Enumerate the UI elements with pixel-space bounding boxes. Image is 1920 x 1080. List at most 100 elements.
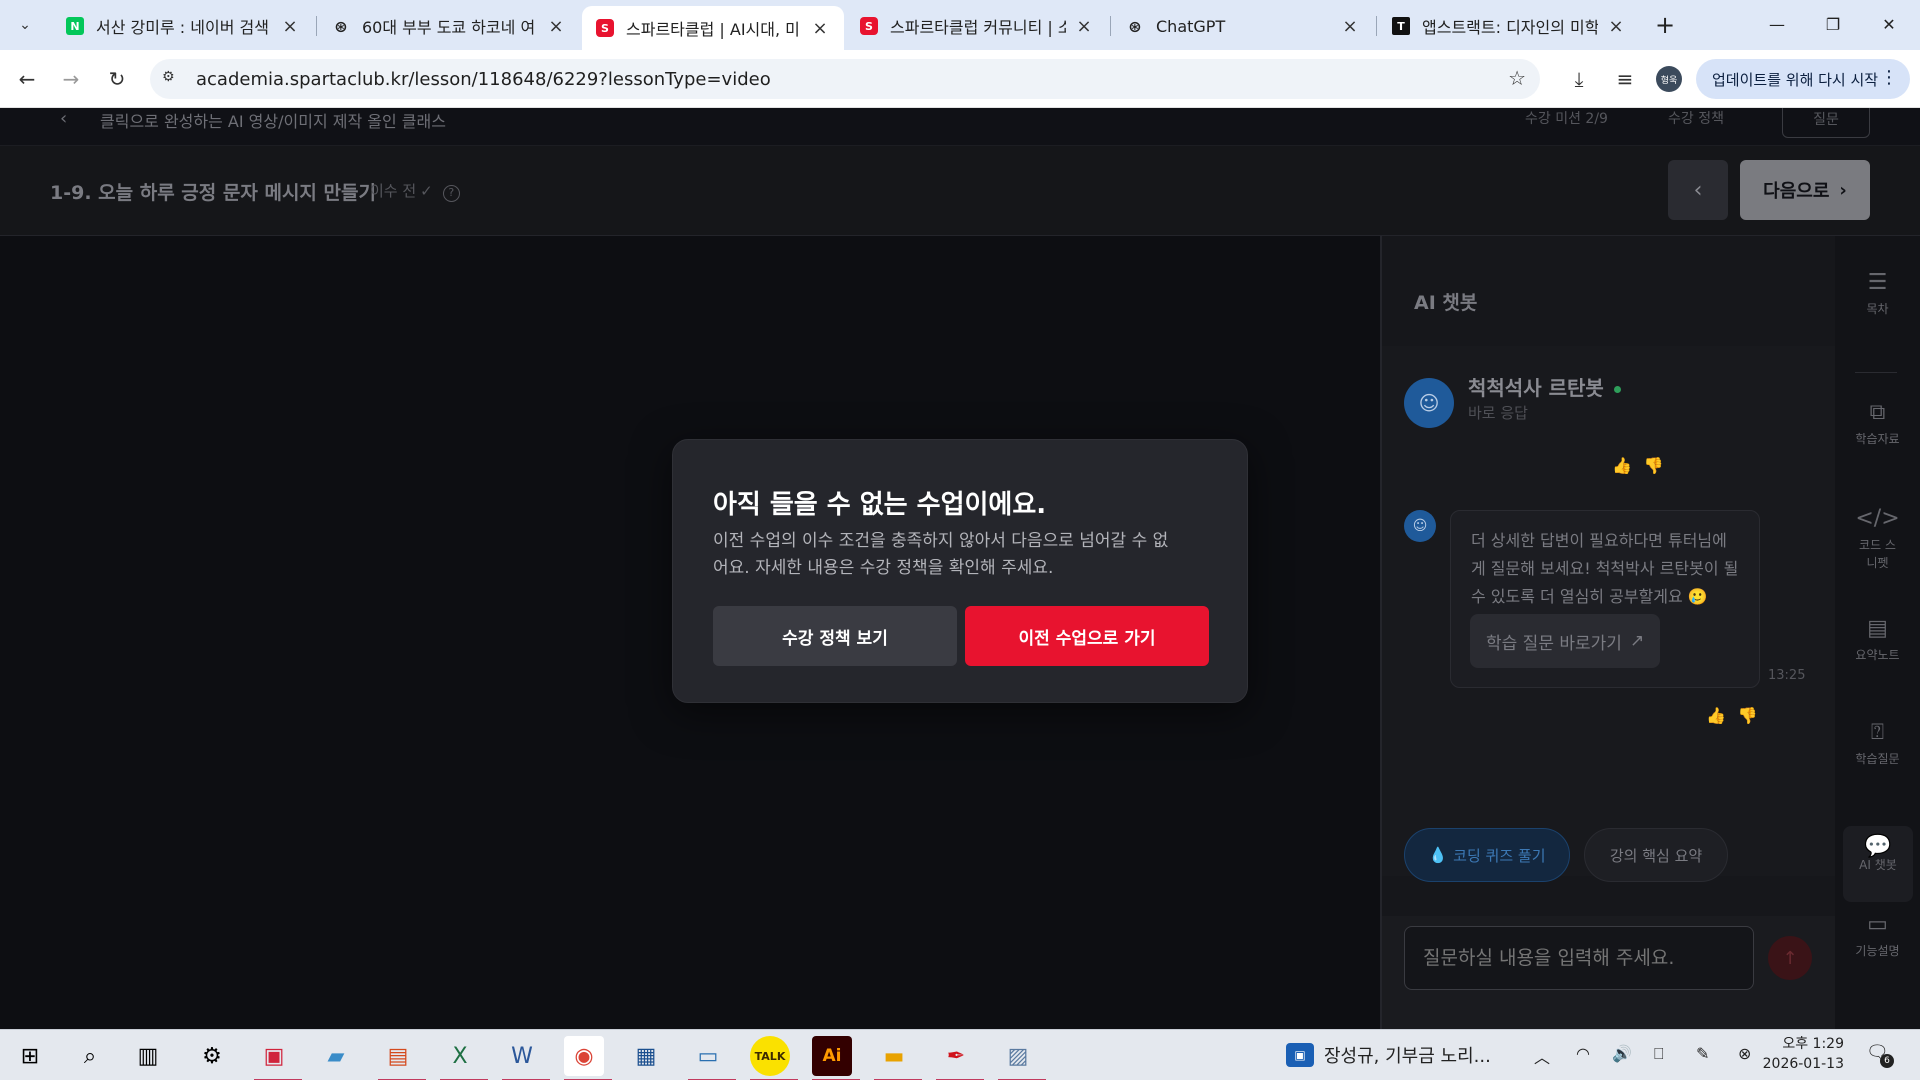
- send-arrow-icon[interactable]: ↑: [1768, 936, 1812, 980]
- tab-title: ChatGPT: [1156, 16, 1226, 36]
- side-icon-rail: ☰ 목차 ⧉ 학습자료 </> 코드 스니펫 ▤ 요약노트 ⍰ 학습질문 💬 A…: [1835, 236, 1920, 1029]
- minimize-icon[interactable]: —: [1754, 6, 1800, 42]
- tab-chatgpt[interactable]: ⊛ ChatGPT ×: [1112, 8, 1374, 44]
- notification-count: 6: [1880, 1054, 1894, 1068]
- rail-item-learning-question[interactable]: ⍰ 학습질문: [1835, 720, 1920, 800]
- device-icon[interactable]: ⎕: [1654, 1044, 1664, 1064]
- close-icon[interactable]: ×: [1074, 16, 1094, 37]
- rail-divider: [1855, 372, 1897, 373]
- policy-link[interactable]: 수강 정책: [1668, 108, 1724, 128]
- back-arrow-icon[interactable]: ←: [12, 64, 42, 94]
- chevron-up-icon[interactable]: ︿: [1534, 1044, 1550, 1068]
- close-icon[interactable]: ×: [1340, 16, 1360, 37]
- kakaotalk-icon[interactable]: TALK: [750, 1036, 798, 1080]
- update-restart-button[interactable]: 업데이트를 위해 다시 시작 ⋮: [1696, 59, 1910, 99]
- news-notification[interactable]: ▣ 장성규, 기부금 노리...: [1286, 1042, 1491, 1068]
- thumbs-up-icon[interactable]: 👍: [1706, 706, 1726, 725]
- tab-spartaclub-active[interactable]: S 스파르타클럽 | AI시대, 미 ×: [582, 6, 844, 50]
- close-icon[interactable]: ×: [280, 16, 300, 37]
- naver-favicon-icon: N: [66, 17, 84, 35]
- question-icon: ⍰: [1870, 720, 1885, 745]
- view-policy-button[interactable]: 수강 정책 보기: [713, 606, 957, 666]
- wifi-icon[interactable]: ◠: [1576, 1044, 1590, 1063]
- url-text[interactable]: academia.spartaclub.kr/lesson/118648/622…: [196, 69, 771, 90]
- chat-icon: 💬: [1864, 834, 1892, 859]
- rail-item-toc[interactable]: ☰ 목차: [1835, 270, 1920, 350]
- notification-text: 장성규, 기부금 노리...: [1324, 1046, 1491, 1067]
- modal-description: 이전 수업의 이수 조건을 충족하지 않아서 다음으로 넘어갈 수 없어요. 자…: [713, 531, 1169, 578]
- app-presentation-icon[interactable]: ▤: [378, 1036, 426, 1080]
- site-settings-icon[interactable]: ⚙: [162, 69, 182, 89]
- back-chevron-icon[interactable]: ‹: [60, 108, 67, 129]
- profile-avatar[interactable]: 형욱: [1656, 66, 1682, 92]
- check-icon: ✓: [420, 182, 433, 200]
- calculator-icon[interactable]: ▦: [626, 1036, 666, 1076]
- thumbs-down-icon[interactable]: 👎: [1644, 456, 1664, 475]
- next-lesson-button[interactable]: 다음으로 ›: [1740, 160, 1870, 220]
- windows-start-icon[interactable]: ⊞: [10, 1036, 50, 1076]
- tab-spartaclub-community[interactable]: S 스파르타클럽 커뮤니티 | 소 ×: [846, 8, 1108, 44]
- window-close-icon[interactable]: ✕: [1866, 6, 1912, 42]
- tab-tokyo-hakone[interactable]: ⊛ 60대 부부 도쿄 하코네 여 ×: [318, 8, 580, 44]
- forward-arrow-icon[interactable]: →: [56, 64, 86, 94]
- notification-center-icon[interactable]: 🗨 6: [1866, 1042, 1894, 1068]
- spartaclub-favicon-icon: S: [860, 17, 878, 35]
- media-queue-icon[interactable]: ≡: [1610, 64, 1640, 94]
- restore-icon[interactable]: ❐: [1810, 6, 1856, 42]
- news-icon: ▣: [1286, 1043, 1314, 1067]
- more-menu-icon[interactable]: ⋮: [1880, 67, 1898, 88]
- bot-small-avatar-icon: ☺: [1404, 510, 1436, 542]
- coding-quiz-chip[interactable]: 💧 코딩 퀴즈 풀기: [1404, 828, 1570, 882]
- task-view-icon[interactable]: ▥: [128, 1036, 168, 1076]
- blocked-icon[interactable]: ⊗: [1738, 1044, 1751, 1063]
- pen-icon[interactable]: ✎: [1696, 1044, 1709, 1063]
- address-bar[interactable]: ⚙ academia.spartaclub.kr/lesson/118648/6…: [150, 59, 1540, 99]
- go-previous-lesson-button[interactable]: 이전 수업으로 가기: [965, 606, 1209, 666]
- word-icon[interactable]: W: [502, 1036, 550, 1080]
- help-circle-icon[interactable]: ?: [442, 185, 460, 202]
- rail-item-code-snippet[interactable]: </> 코드 스니펫: [1835, 506, 1920, 596]
- app-image-icon[interactable]: ▨: [998, 1036, 1046, 1080]
- close-icon[interactable]: ×: [546, 16, 566, 37]
- question-button[interactable]: 질문: [1782, 108, 1870, 138]
- note-icon: ▤: [1867, 616, 1888, 641]
- lecture-summary-chip[interactable]: 강의 핵심 요약: [1584, 828, 1728, 882]
- abstract-favicon-icon: T: [1392, 17, 1410, 35]
- new-tab-plus-icon[interactable]: +: [1650, 10, 1680, 40]
- reload-icon[interactable]: ↻: [102, 64, 132, 94]
- speaker-icon[interactable]: 🔊: [1612, 1044, 1632, 1063]
- bot-message-text: 더 상세한 답변이 필요하다면 튜터님에게 질문해 보세요! 척척박사 르탄봇이…: [1471, 531, 1739, 606]
- rail-item-ai-chatbot[interactable]: 💬 AI 챗봇: [1843, 826, 1913, 902]
- file-explorer-icon[interactable]: ▬: [874, 1036, 922, 1080]
- thumbs-up-icon[interactable]: 👍: [1612, 456, 1632, 475]
- tab-search-chevron-icon[interactable]: ⌄: [10, 10, 40, 40]
- tab-abstract-design[interactable]: T 앱스트랙트: 디자인의 미학 ×: [1378, 8, 1640, 44]
- rail-item-summary-note[interactable]: ▤ 요약노트: [1835, 616, 1920, 696]
- thumbs-down-icon[interactable]: 👎: [1738, 706, 1758, 725]
- tab-separator: [1376, 16, 1377, 36]
- bot-subtitle: 바로 응답: [1468, 404, 1528, 422]
- close-icon[interactable]: ×: [1606, 16, 1626, 37]
- close-icon[interactable]: ×: [810, 18, 830, 39]
- tab-separator: [1110, 16, 1111, 36]
- illustrator-icon[interactable]: Ai: [812, 1036, 860, 1080]
- download-icon[interactable]: ⤓: [1564, 64, 1594, 94]
- rail-item-feature-guide[interactable]: ▭ 기능설명: [1835, 912, 1920, 992]
- excel-icon[interactable]: X: [440, 1036, 488, 1080]
- app-red-icon[interactable]: ▣: [254, 1036, 302, 1080]
- chat-input[interactable]: [1404, 926, 1754, 990]
- rail-item-materials[interactable]: ⧉ 학습자료: [1835, 400, 1920, 480]
- app-notepad-icon[interactable]: ▰: [316, 1036, 356, 1076]
- tab-title: 서산 강미루 : 네이버 검색: [96, 18, 269, 37]
- search-icon[interactable]: ⌕: [70, 1036, 110, 1076]
- app-monitor-icon[interactable]: ▭: [688, 1036, 736, 1080]
- tab-naver-search[interactable]: N 서산 강미루 : 네이버 검색 ×: [52, 8, 314, 44]
- bookmark-star-icon[interactable]: ☆: [1508, 66, 1526, 90]
- qa-shortcut-button[interactable]: 학습 질문 바로가기 ↗: [1470, 614, 1661, 668]
- mission-progress[interactable]: 수강 미션 2/9: [1525, 108, 1608, 128]
- acrobat-icon[interactable]: ✒: [936, 1036, 984, 1080]
- settings-gear-icon[interactable]: ⚙: [192, 1036, 232, 1076]
- chrome-icon[interactable]: ◉: [564, 1036, 612, 1080]
- previous-lesson-button[interactable]: ‹: [1668, 160, 1728, 220]
- system-clock[interactable]: 오후 1:29 2026-01-13: [1752, 1034, 1844, 1074]
